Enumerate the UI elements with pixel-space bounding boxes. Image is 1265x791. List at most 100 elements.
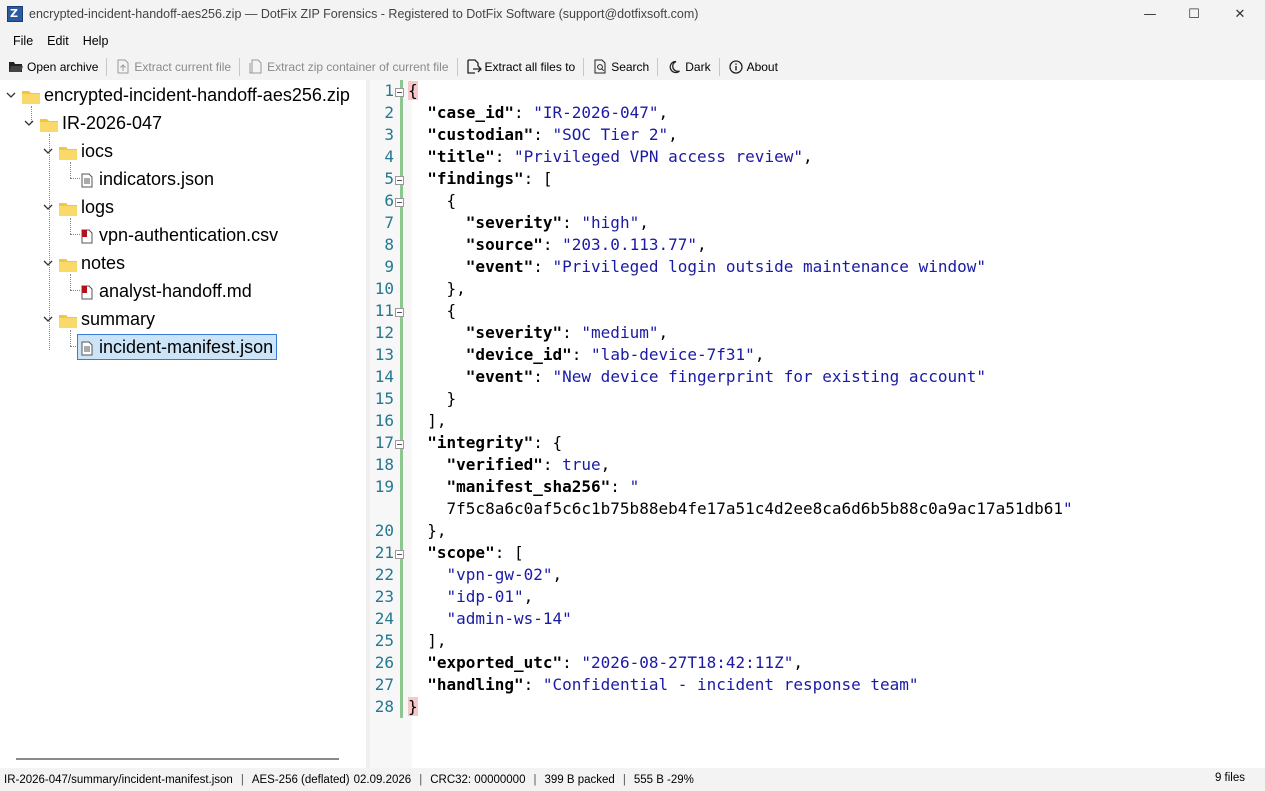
- about-button[interactable]: About: [724, 57, 782, 77]
- chevron-down-icon[interactable]: [41, 144, 55, 158]
- tree-item-iocs[interactable]: iocs: [41, 139, 113, 163]
- status-size: 555 B -29%: [633, 773, 694, 786]
- chevron-down-icon[interactable]: [41, 312, 55, 326]
- tree-item-label: IR-2026-047: [62, 112, 163, 133]
- code-line: },: [427, 521, 447, 540]
- code-line: },: [446, 279, 466, 298]
- fold-toggle-icon[interactable]: [395, 550, 404, 559]
- chevron-down-icon[interactable]: [41, 200, 55, 214]
- extract-all-icon: [466, 59, 482, 75]
- extract-file-icon: [115, 59, 131, 75]
- maximize-button[interactable]: ☐: [1171, 0, 1217, 28]
- folder-open-icon: [8, 59, 24, 75]
- menu-help[interactable]: Help: [76, 31, 116, 51]
- encrypted-file-icon: [81, 284, 93, 299]
- code-line: "case_id": "IR-2026-047",: [427, 103, 669, 122]
- code-line: "device_id": "lab-device-7f31",: [465, 345, 765, 364]
- line-number: 18: [374, 455, 394, 474]
- code-line: "custodian": "SOC Tier 2",: [427, 125, 678, 144]
- search-icon: [592, 59, 608, 75]
- toolbar-divider: [239, 57, 241, 76]
- fold-toggle-icon[interactable]: [395, 440, 404, 449]
- search-label: Search: [611, 59, 650, 74]
- tree-guide: [70, 178, 80, 179]
- search-button[interactable]: Search: [588, 57, 653, 77]
- extract-container-button[interactable]: Extract zip container of current file: [244, 57, 452, 77]
- code-line: "admin-ws-14": [446, 609, 572, 628]
- line-number: 15: [374, 389, 394, 408]
- info-icon: [728, 59, 744, 75]
- tree-horizontal-scrollbar[interactable]: [16, 758, 339, 760]
- tree-item-notes[interactable]: notes: [41, 251, 125, 275]
- menu-file[interactable]: File: [6, 31, 40, 51]
- line-number: 20: [374, 521, 394, 540]
- toolbar-divider: [106, 57, 108, 76]
- code-line: 7f5c8a6c0af5c6c1b75b88eb4fe17a51c4d2ee8c…: [408, 499, 1073, 518]
- code-line: ],: [427, 631, 447, 650]
- code-line: }: [408, 697, 418, 716]
- tree-item-manifest[interactable]: incident-manifest.json: [77, 334, 278, 360]
- line-number: 16: [374, 411, 394, 430]
- status-date: 02.09.2026: [353, 773, 412, 786]
- menu-edit[interactable]: Edit: [40, 31, 76, 51]
- archive-tree[interactable]: encrypted-incident-handoff-aes256.zip IR…: [0, 80, 366, 768]
- tree-item-label: incident-manifest.json: [99, 336, 274, 357]
- tree-item-label: encrypted-incident-handoff-aes256.zip: [44, 84, 350, 105]
- line-number: 9: [384, 257, 394, 276]
- fold-toggle-icon[interactable]: [395, 198, 404, 207]
- tree-item-handoff[interactable]: analyst-handoff.md: [81, 279, 252, 303]
- line-number: 25: [374, 631, 394, 650]
- tree-item-label: vpn-authentication.csv: [99, 224, 279, 245]
- line-number: 8: [384, 235, 394, 254]
- line-number: 12: [374, 323, 394, 342]
- code-line: "idp-01",: [446, 587, 534, 606]
- tree-guide: [70, 274, 71, 290]
- toolbar-divider: [583, 57, 585, 76]
- line-number: 4: [384, 147, 394, 166]
- tree-item-vpn-log[interactable]: vpn-authentication.csv: [81, 223, 278, 247]
- chevron-down-icon[interactable]: [22, 116, 36, 130]
- dark-mode-button[interactable]: Dark: [662, 57, 714, 77]
- status-packed: 399 B packed: [544, 773, 615, 786]
- fold-toggle-icon[interactable]: [395, 308, 404, 317]
- code-line: {: [408, 81, 418, 100]
- tree-item-root[interactable]: encrypted-incident-handoff-aes256.zip: [4, 83, 350, 107]
- toolbar: Open archive Extract current file Extrac…: [0, 53, 1265, 80]
- open-archive-button[interactable]: Open archive: [4, 57, 102, 77]
- code-line: "event": "Privileged login outside maint…: [465, 257, 986, 276]
- line-number: 11: [374, 301, 394, 320]
- line-number: 10: [374, 279, 394, 298]
- chevron-down-icon[interactable]: [41, 256, 55, 270]
- tree-item-summary[interactable]: summary: [41, 307, 155, 331]
- chevron-down-icon[interactable]: [4, 88, 18, 102]
- tree-item-logs[interactable]: logs: [41, 195, 114, 219]
- minimize-button[interactable]: —: [1127, 0, 1173, 28]
- status-bar: IR-2026-047/summary/incident-manifest.js…: [0, 768, 1265, 791]
- folder-icon: [59, 144, 77, 160]
- line-number: 28: [374, 697, 394, 716]
- line-number: 5: [384, 169, 394, 188]
- tree-item-label: indicators.json: [99, 168, 215, 189]
- fold-toggle-icon[interactable]: [395, 88, 404, 97]
- line-number: 27: [374, 675, 394, 694]
- menu-bar: File Edit Help: [0, 28, 1265, 53]
- fold-toggle-icon[interactable]: [395, 176, 404, 185]
- extract-current-button[interactable]: Extract current file: [111, 57, 235, 77]
- line-number: 13: [374, 345, 394, 364]
- extract-all-button[interactable]: Extract all files to: [462, 57, 580, 77]
- line-number: 1: [384, 81, 394, 100]
- tree-guide: [70, 162, 71, 178]
- tree-item-case-folder[interactable]: IR-2026-047: [22, 111, 162, 135]
- line-number: 22: [374, 565, 394, 584]
- close-button[interactable]: ✕: [1217, 0, 1263, 28]
- code-line: "source": "203.0.113.77",: [465, 235, 707, 254]
- tree-item-label: analyst-handoff.md: [99, 280, 252, 301]
- tree-item-indicators[interactable]: indicators.json: [81, 167, 214, 191]
- status-file-count: 9 files: [1214, 772, 1245, 784]
- selected-item[interactable]: incident-manifest.json: [77, 334, 278, 360]
- line-number: 17: [374, 433, 394, 452]
- line-number: 26: [374, 653, 394, 672]
- line-number: 23: [374, 587, 394, 606]
- code-line: "scope": [: [427, 543, 524, 562]
- code-line: "verified": true,: [446, 455, 611, 474]
